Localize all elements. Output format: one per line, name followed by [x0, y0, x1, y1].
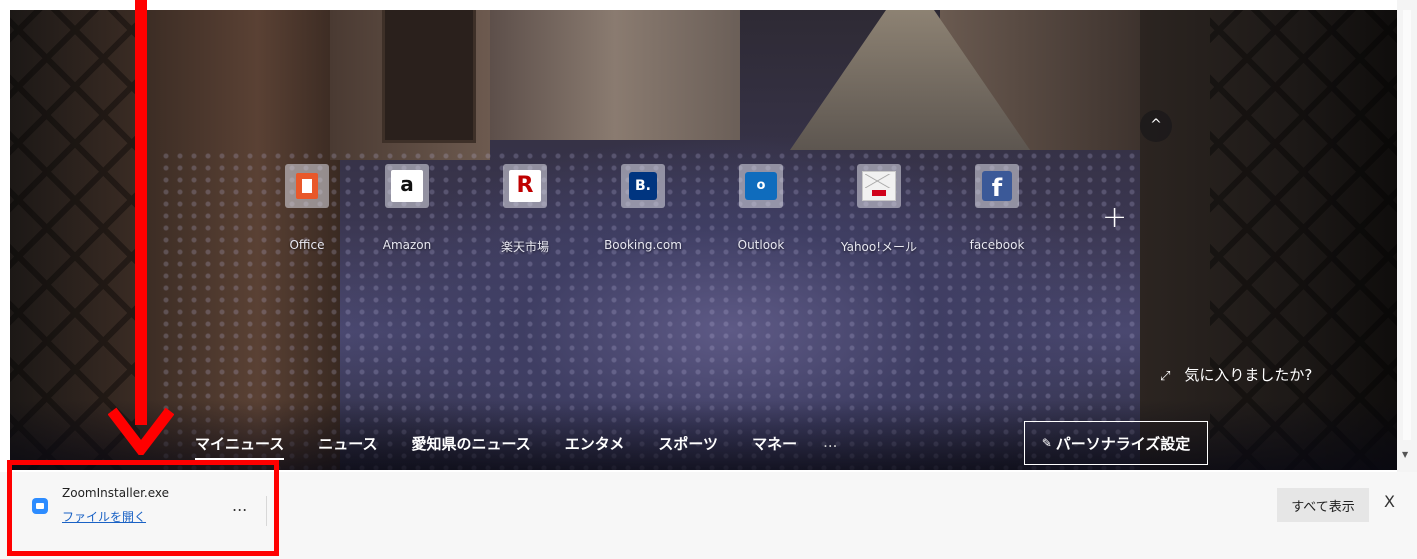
annotation-highlight-box: [7, 460, 279, 556]
booking-icon: B.: [629, 172, 657, 200]
expand-icon: ⤢: [1160, 369, 1171, 384]
tab-entertainment[interactable]: エンタメ: [565, 433, 625, 460]
tile-rakuten[interactable]: R 楽天市場: [466, 164, 584, 264]
show-all-button[interactable]: すべて表示: [1277, 488, 1369, 522]
tile-label: Amazon: [382, 238, 432, 252]
plus-icon: +: [1102, 200, 1128, 235]
tile-amazon[interactable]: a Amazon: [348, 164, 466, 264]
background-feedback-link[interactable]: ⤢ 気に入りましたか?: [1160, 364, 1312, 385]
tab-news[interactable]: ニュース: [318, 433, 377, 460]
tile-label: Booking.com: [604, 238, 682, 252]
feedback-text: 気に入りましたか?: [1184, 366, 1313, 384]
vertical-scrollbar[interactable]: ▼: [1397, 0, 1417, 472]
more-tabs-button[interactable]: ...: [823, 433, 837, 460]
personalize-button[interactable]: ✎ パーソナライズ設定: [1024, 421, 1208, 465]
tab-money[interactable]: マネー: [752, 433, 797, 460]
scroll-down-icon[interactable]: ▼: [1402, 450, 1408, 459]
personalize-label: パーソナライズ設定: [1055, 434, 1191, 453]
facebook-icon: f: [982, 171, 1012, 202]
amazon-icon: a: [391, 170, 423, 202]
wooden-door: [382, 10, 476, 143]
tile-label: facebook: [969, 238, 1025, 252]
collapse-button[interactable]: ^: [1140, 110, 1172, 142]
tab-aichi-news[interactable]: 愛知県のニュース: [412, 433, 531, 460]
rakuten-icon: R: [509, 170, 541, 202]
tile-label: Outlook: [737, 238, 785, 252]
yahoo-mail-icon: [862, 171, 896, 201]
add-tile-button[interactable]: +: [1102, 200, 1127, 235]
tile-label: Yahoo!メール: [840, 240, 918, 254]
tile-outlook[interactable]: o Outlook: [702, 164, 820, 264]
news-tabs: マイニュース ニュース 愛知県のニュース エンタメ スポーツ マネー ...: [195, 433, 837, 460]
outlook-icon: o: [745, 172, 777, 200]
scrollbar-thumb[interactable]: [1403, 10, 1411, 440]
tile-booking[interactable]: B. Booking.com: [584, 164, 702, 264]
tile-label: 楽天市場: [500, 240, 549, 254]
close-icon[interactable]: X: [1384, 492, 1395, 511]
tile-facebook[interactable]: f facebook: [938, 164, 1056, 264]
pencil-icon: ✎: [1041, 436, 1052, 450]
brick-wall-mid: [490, 10, 740, 140]
chevron-up-icon: ^: [1150, 117, 1162, 133]
quick-links: Office a Amazon R 楽天市場 B. Booking.com o …: [248, 164, 1148, 264]
annotation-arrow-head: [108, 407, 174, 455]
tab-my-news[interactable]: マイニュース: [195, 433, 285, 460]
office-icon: [296, 173, 318, 199]
tile-yahoo-mail[interactable]: Yahoo!メール: [820, 164, 938, 264]
tab-sports[interactable]: スポーツ: [658, 433, 718, 460]
annotation-arrow-shaft: [135, 0, 147, 425]
